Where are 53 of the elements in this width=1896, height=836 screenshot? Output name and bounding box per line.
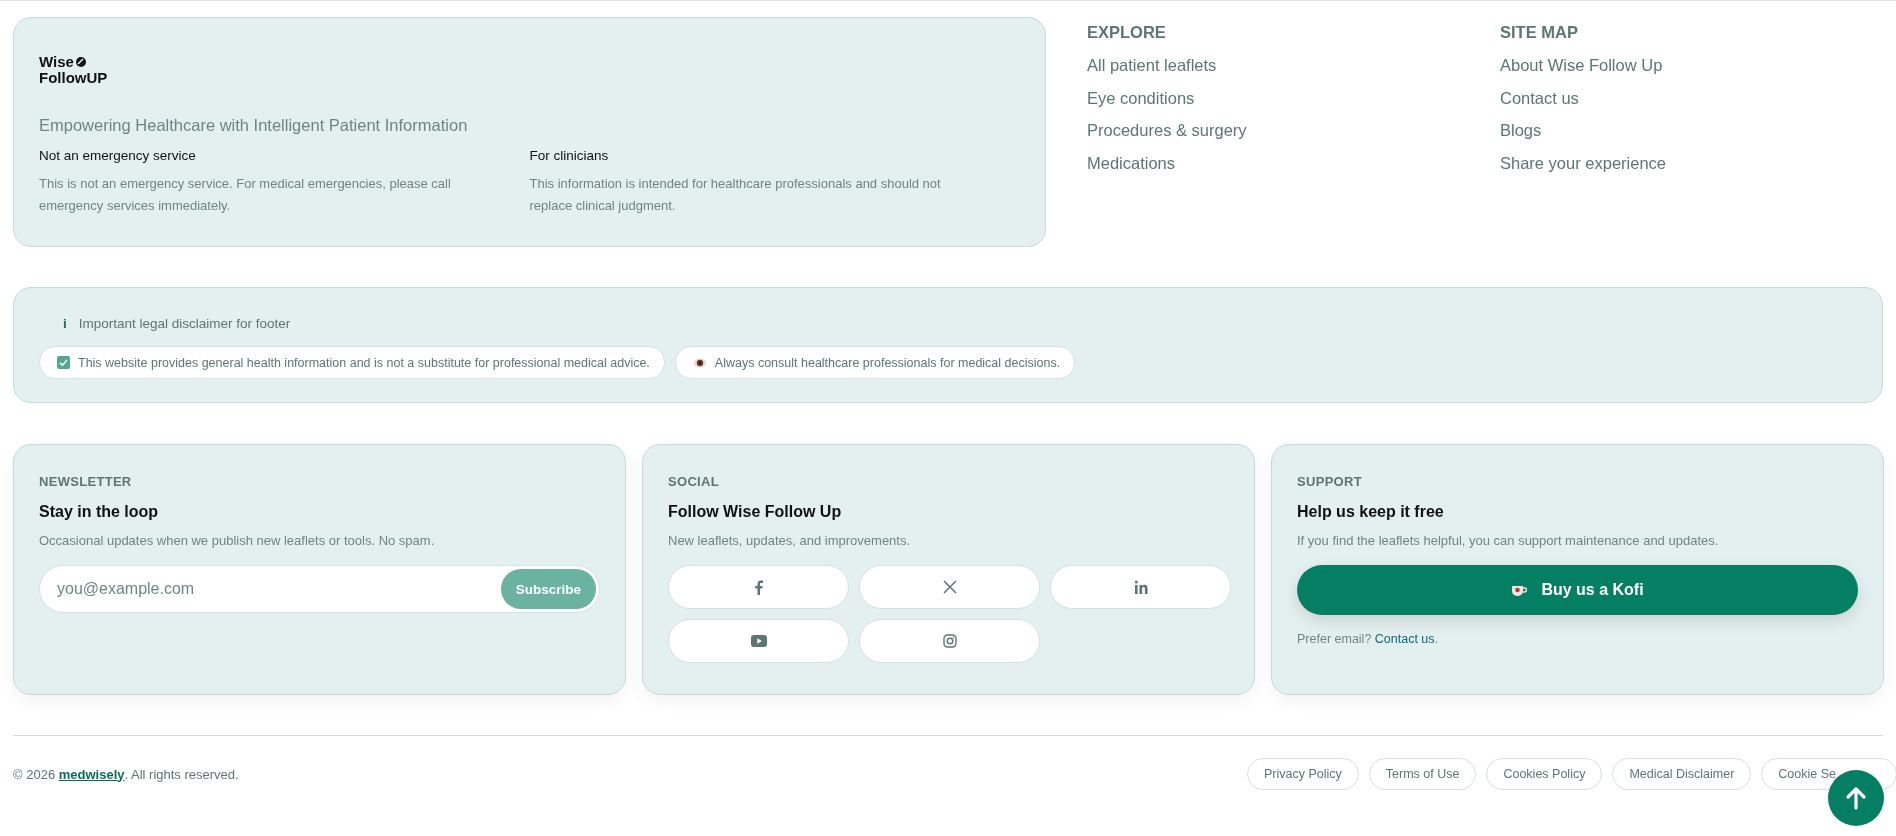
- facebook-icon: [754, 579, 763, 595]
- footer-link[interactable]: Share your experience: [1500, 146, 1896, 179]
- instagram-icon: [942, 634, 957, 648]
- card-text: If you find the leaflets helpful, you can support maintenance and updates.: [1297, 533, 1720, 548]
- linkedin-icon: [1133, 580, 1148, 594]
- disclaimer-pill: Always consult healthcare professionals for medical decisions.: [674, 346, 1076, 379]
- checkbox-icon: [57, 356, 70, 369]
- card-title: Follow Wise Follow Up: [668, 503, 843, 521]
- footer-link[interactable]: Medications: [1087, 146, 1500, 179]
- disclaimer-title: Important legal disclaimer for footer: [78, 316, 291, 331]
- x-icon: [942, 580, 957, 594]
- eye-icon: [692, 356, 707, 369]
- logo-text: FollowUP: [39, 70, 109, 86]
- kofi-button[interactable]: Buy us a Kofi: [1297, 565, 1858, 615]
- note-text: This is not an emergency service. For medical emergencies, please call emergency services immediately.: [39, 175, 452, 215]
- note-text: This information is intended for healthcare professionals and should not replace clinical judgment.: [529, 175, 942, 215]
- legal-link[interactable]: Cookies Policy: [1486, 758, 1603, 790]
- instagram-button[interactable]: [859, 619, 1040, 663]
- brand-link[interactable]: medwisely: [58, 766, 125, 782]
- youtube-button[interactable]: [668, 619, 849, 663]
- card-label: NEWSLETTER: [39, 474, 133, 489]
- arrow-up-icon: [1845, 786, 1867, 810]
- copyright-text: © 2026 medwisely. All rights reserved.: [13, 766, 239, 782]
- footer-link[interactable]: Procedures & surgery: [1087, 114, 1500, 147]
- card-text: Occasional updates when we publish new leaflets or tools. No spam.: [39, 533, 436, 548]
- cup-icon: [1511, 583, 1528, 597]
- linkedin-button[interactable]: [1050, 565, 1231, 609]
- column-heading: EXPLORE: [1087, 23, 1167, 42]
- email-note: Prefer email? Contact us.: [1297, 632, 1440, 646]
- card-text: New leaflets, updates, and improvements.: [668, 533, 912, 548]
- card-label: SOCIAL: [668, 474, 720, 489]
- youtube-icon: [750, 635, 767, 647]
- card-label: SUPPORT: [1297, 474, 1363, 489]
- info-icon: i: [63, 316, 67, 331]
- note-title: Not an emergency service: [39, 148, 197, 163]
- card-title: Help us keep it free: [1297, 503, 1445, 521]
- facebook-button[interactable]: [668, 565, 849, 609]
- legal-link[interactable]: Terms of Use: [1368, 758, 1477, 790]
- logo-text: Wise: [39, 54, 74, 70]
- note-title: For clinicians: [529, 148, 610, 163]
- disclaimer-pill: This website provides general health information and is not a substitute for professional medical advice.: [39, 346, 665, 379]
- footer-link[interactable]: Contact us: [1500, 81, 1896, 114]
- legal-link[interactable]: Medical Disclaimer: [1612, 758, 1752, 790]
- footer-link[interactable]: Eye conditions: [1087, 81, 1500, 114]
- x-button[interactable]: [859, 565, 1040, 609]
- legal-link[interactable]: Privacy Policy: [1247, 758, 1359, 790]
- card-title: Stay in the loop: [39, 503, 160, 521]
- footer-link[interactable]: Blogs: [1500, 114, 1896, 147]
- footer-link[interactable]: About Wise Follow Up: [1500, 49, 1896, 82]
- footer-link[interactable]: All patient leaflets: [1087, 49, 1500, 82]
- column-heading: SITE MAP: [1500, 23, 1579, 42]
- contact-link[interactable]: Contact us: [1374, 632, 1435, 646]
- tagline: Empowering Healthcare with Intelligent Patient Information: [39, 116, 469, 135]
